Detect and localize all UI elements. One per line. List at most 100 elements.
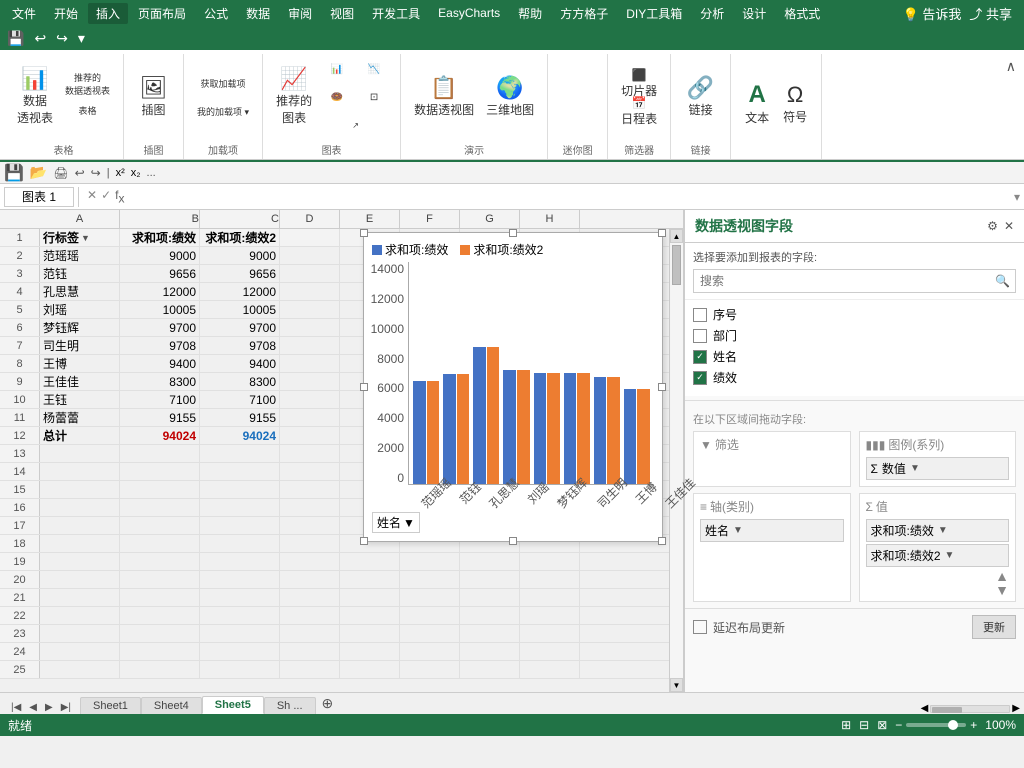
- scroll-thumb[interactable]: [672, 245, 681, 285]
- menu-page-layout[interactable]: 页面布局: [130, 3, 194, 24]
- cell-c-5[interactable]: 10005: [200, 301, 280, 318]
- cell-b-1[interactable]: 求和项:绩效: [120, 229, 200, 246]
- resize-ne[interactable]: [658, 229, 666, 237]
- cancel-formula-icon[interactable]: ✕: [87, 188, 97, 205]
- formula-input[interactable]: [132, 187, 1010, 207]
- cell-empty-21-0[interactable]: [280, 589, 340, 606]
- row-number[interactable]: 6: [0, 319, 40, 336]
- table-btn[interactable]: 表格: [60, 98, 115, 124]
- col-header-b[interactable]: B: [120, 210, 200, 228]
- cell-b-21[interactable]: [120, 589, 200, 606]
- tab-sheet5[interactable]: Sheet5: [202, 696, 264, 714]
- cell-b-19[interactable]: [120, 553, 200, 570]
- redo-button[interactable]: ↪: [53, 28, 71, 49]
- row-number[interactable]: 25: [0, 661, 40, 678]
- h-scroll-thumb[interactable]: [932, 707, 962, 713]
- cell-empty-19-0[interactable]: [280, 553, 340, 570]
- toolbar-x2-btn[interactable]: x²: [116, 167, 125, 179]
- cell-b-22[interactable]: [120, 607, 200, 624]
- pivot-gear-icon[interactable]: ⚙: [987, 219, 998, 233]
- cell-b-2[interactable]: 9000: [120, 247, 200, 264]
- cell-empty-23-2[interactable]: [400, 625, 460, 642]
- cell-empty-4-0[interactable]: [280, 283, 340, 300]
- cell-c-3[interactable]: 9656: [200, 265, 280, 282]
- cell-empty-23-4[interactable]: [520, 625, 580, 642]
- chart-container[interactable]: 求和项:绩效 求和项:绩效2 1400012000100008000600040…: [363, 232, 663, 542]
- toolbar-save-btn[interactable]: 💾: [4, 163, 24, 183]
- resize-w[interactable]: [360, 383, 368, 391]
- cell-b-16[interactable]: [120, 499, 200, 516]
- field-checkbox-xingming[interactable]: ✓: [693, 350, 707, 364]
- row-number[interactable]: 3: [0, 265, 40, 282]
- resize-nw[interactable]: [360, 229, 368, 237]
- cell-b-10[interactable]: 7100: [120, 391, 200, 408]
- save-button[interactable]: 💾: [4, 28, 27, 49]
- cell-a-14[interactable]: [40, 463, 120, 480]
- cell-empty-22-0[interactable]: [280, 607, 340, 624]
- cell-b-5[interactable]: 10005: [120, 301, 200, 318]
- undo-button[interactable]: ↩: [31, 28, 49, 49]
- bar-blue-0[interactable]: [413, 381, 426, 484]
- symbol-btn[interactable]: Ω 符号: [777, 77, 813, 133]
- 3d-map-btn[interactable]: 🌍 三维地图: [481, 69, 539, 125]
- cell-b-14[interactable]: [120, 463, 200, 480]
- menu-analyze[interactable]: 分析: [692, 3, 732, 24]
- cell-c-17[interactable]: [200, 517, 280, 534]
- cell-a-18[interactable]: [40, 535, 120, 552]
- resize-e[interactable]: [658, 383, 666, 391]
- cell-a-4[interactable]: 孔思慧: [40, 283, 120, 300]
- cell-c-20[interactable]: [200, 571, 280, 588]
- cell-a-6[interactable]: 梦钰辉: [40, 319, 120, 336]
- cell-empty-25-2[interactable]: [400, 661, 460, 678]
- bar-blue-5[interactable]: [564, 373, 577, 484]
- menu-easycharts[interactable]: EasyCharts: [430, 4, 508, 22]
- cell-empty-19-4[interactable]: [520, 553, 580, 570]
- cell-empty-5-0[interactable]: [280, 301, 340, 318]
- cell-empty-24-4[interactable]: [520, 643, 580, 660]
- cell-b-8[interactable]: 9400: [120, 355, 200, 372]
- menu-design[interactable]: 设计: [734, 3, 774, 24]
- cell-a-15[interactable]: [40, 481, 120, 498]
- cell-a-21[interactable]: [40, 589, 120, 606]
- pivot-table-btn[interactable]: 📊 数据透视表: [12, 69, 58, 125]
- field-checkbox-xuhao[interactable]: [693, 308, 707, 322]
- menu-review[interactable]: 审阅: [280, 3, 320, 24]
- share-icon[interactable]: ⤴ 共享: [969, 4, 1012, 23]
- bar-blue-1[interactable]: [443, 374, 456, 484]
- sheet-nav-next[interactable]: ▶: [42, 701, 56, 714]
- cell-a-24[interactable]: [40, 643, 120, 660]
- menu-insert[interactable]: 插入: [88, 3, 128, 24]
- col-header-h[interactable]: H: [520, 210, 580, 228]
- line-chart-btn[interactable]: 📉: [356, 56, 392, 82]
- cell-c-4[interactable]: 12000: [200, 283, 280, 300]
- cell-a-16[interactable]: [40, 499, 120, 516]
- text-btn[interactable]: A 文本: [739, 77, 775, 133]
- bar-blue-7[interactable]: [624, 389, 637, 484]
- bar-orange-3[interactable]: [517, 370, 530, 484]
- cell-b-15[interactable]: [120, 481, 200, 498]
- value-jixiao2-arrow[interactable]: ▼: [945, 550, 955, 561]
- cell-empty-3-0[interactable]: [280, 265, 340, 282]
- sheet-nav-last[interactable]: ▶|: [58, 701, 74, 714]
- cell-a-7[interactable]: 司生明: [40, 337, 120, 354]
- cell-empty-25-3[interactable]: [460, 661, 520, 678]
- col-header-g[interactable]: G: [460, 210, 520, 228]
- bar-orange-6[interactable]: [607, 377, 620, 484]
- cell-b-25[interactable]: [120, 661, 200, 678]
- menu-diy[interactable]: DIY工具箱: [618, 3, 690, 24]
- col-header-f[interactable]: F: [400, 210, 460, 228]
- cell-empty-20-3[interactable]: [460, 571, 520, 588]
- cell-c-15[interactable]: [200, 481, 280, 498]
- cell-c-19[interactable]: [200, 553, 280, 570]
- tell-me-icon[interactable]: 💡 告诉我: [903, 4, 962, 23]
- cell-c-18[interactable]: [200, 535, 280, 552]
- cell-empty-18-0[interactable]: [280, 535, 340, 552]
- values-scroll-up[interactable]: ▲: [995, 569, 1009, 583]
- tab-sheet-more[interactable]: Sh ...: [264, 697, 316, 714]
- scroll-track[interactable]: [670, 243, 683, 678]
- bar-orange-4[interactable]: [547, 373, 560, 484]
- timeline-btn[interactable]: 📅 日程表: [616, 98, 662, 124]
- cell-a-19[interactable]: [40, 553, 120, 570]
- cell-a-23[interactable]: [40, 625, 120, 642]
- row-number[interactable]: 4: [0, 283, 40, 300]
